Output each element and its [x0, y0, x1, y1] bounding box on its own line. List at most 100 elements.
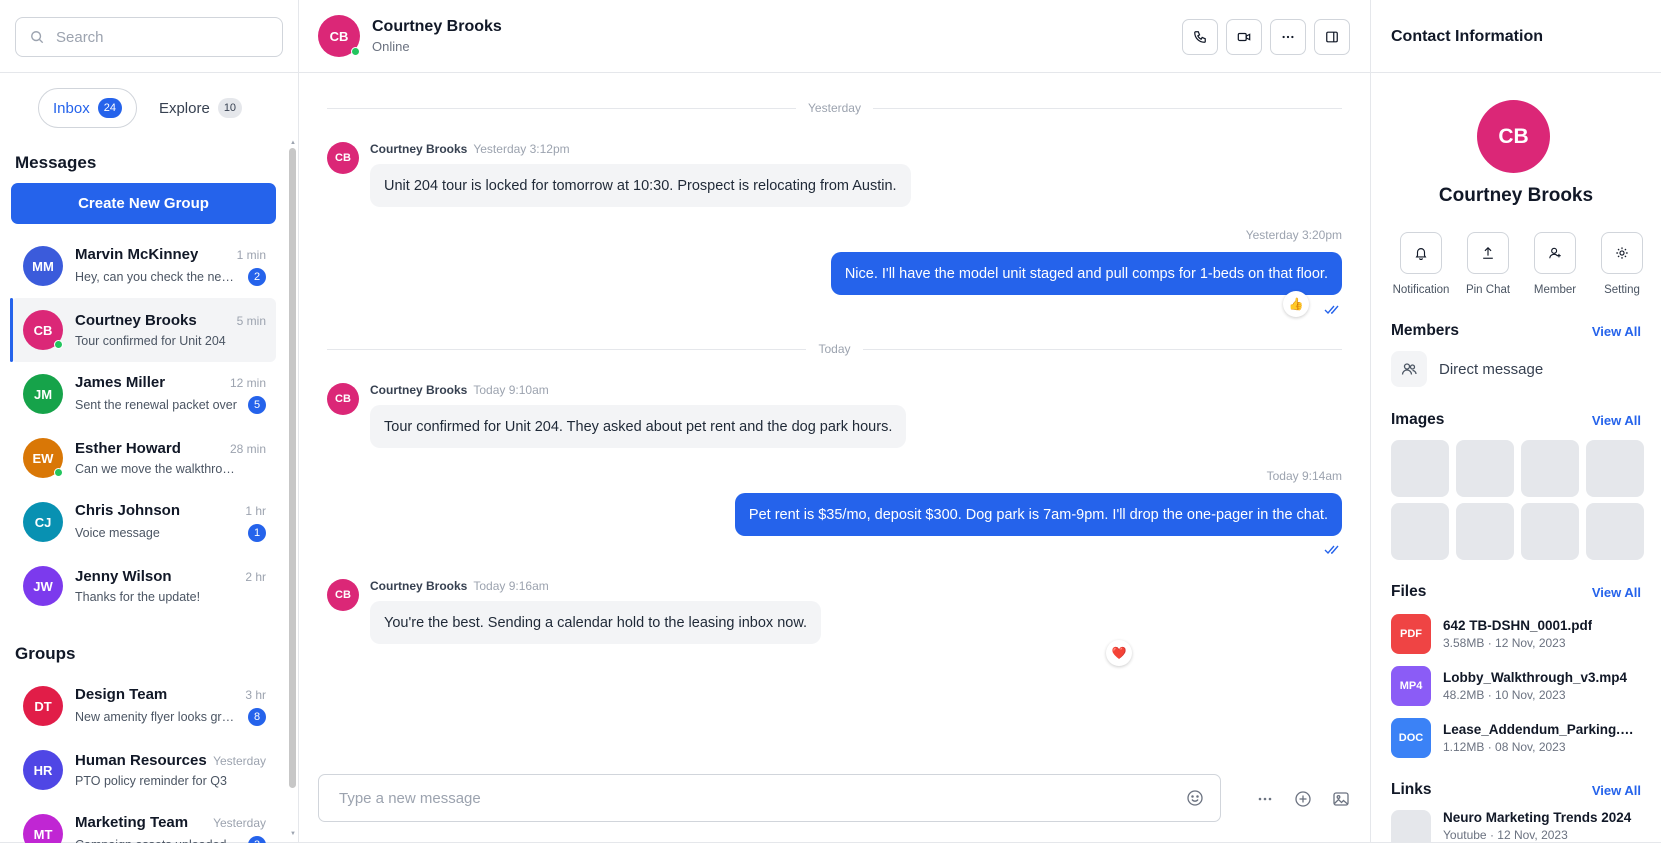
notification-button[interactable] — [1400, 232, 1442, 274]
conversation-item[interactable]: JM James Miller 12 min Sent the renewal pac… — [11, 362, 276, 426]
more-options-button[interactable] — [1270, 19, 1306, 55]
conversation-preview: Thanks for the update! — [75, 590, 201, 604]
create-new-group-button[interactable]: Create New Group — [11, 183, 276, 224]
groups-heading: Groups — [15, 644, 76, 663]
conversation-time: Yesterday — [213, 816, 266, 830]
tab-inbox-count: 24 — [97, 98, 122, 118]
conversation-item[interactable]: MT Marketing Team Yesterday Campaign assets… — [11, 802, 276, 843]
thumbs-up-reaction[interactable]: 👍 — [1283, 291, 1309, 317]
chat-panel: CB Courtney Brooks Online Yesterday CB C… — [299, 0, 1371, 843]
online-indicator — [351, 47, 360, 56]
setting-button[interactable] — [1601, 232, 1643, 274]
conversation-item[interactable]: JW Jenny Wilson 2 hr Thanks for the update! — [11, 554, 276, 618]
conversation-header: Marketing Team Yesterday — [75, 814, 266, 831]
search-input[interactable]: Search — [15, 17, 283, 57]
member-button[interactable] — [1534, 232, 1576, 274]
scroll-down-arrow-icon[interactable]: ▼ — [290, 831, 296, 837]
message-bubble-outgoing[interactable]: Nice. I'll have the model unit staged an… — [830, 252, 1342, 295]
conversation-name: Jenny Wilson — [75, 568, 172, 585]
file-item[interactable]: DOC Lease_Addendum_Parking.docx 1.12MB · … — [1391, 718, 1639, 758]
contacts-list: MM Marvin McKinney 1 min Hey, can you check… — [0, 234, 290, 618]
chat-contact-info: Courtney Brooks Online — [372, 18, 502, 54]
toggle-sidebar-button[interactable] — [1314, 19, 1350, 55]
conversation-name: Marketing Team — [75, 814, 189, 831]
avatar: JM — [23, 374, 63, 414]
members-view-all-link[interactable]: View All — [1592, 324, 1641, 339]
groups-list: DT Design Team 3 hr New amenity flyer looks… — [0, 674, 290, 843]
conversation-item[interactable]: HR Human Resources Yesterday PTO policy rem… — [11, 738, 276, 802]
notification-action[interactable]: Notification — [1393, 232, 1449, 296]
image-thumbnail[interactable] — [1586, 440, 1644, 497]
image-thumbnail[interactable] — [1391, 440, 1449, 497]
conversation-item[interactable]: DT Design Team 3 hr New amenity flyer looks… — [11, 674, 276, 738]
tab-inbox-label: Inbox — [53, 99, 90, 117]
image-thumbnail[interactable] — [1456, 440, 1514, 497]
message-avatar-initials: CB — [335, 589, 351, 601]
chat-header-actions — [1182, 19, 1350, 55]
conversation-time: 5 min — [236, 314, 266, 328]
message-sender: Courtney Brooks — [370, 383, 468, 397]
setting-action[interactable]: Setting — [1600, 232, 1644, 296]
conversation-time: Yesterday — [213, 754, 266, 768]
conversation-body: Esther Howard 28 min Can we move the walkt… — [75, 440, 276, 476]
conversation-item[interactable]: EW Esther Howard 28 min Can we move the wal… — [11, 426, 276, 490]
image-thumbnail[interactable] — [1391, 503, 1449, 560]
heart-reaction[interactable]: ❤️ — [1106, 640, 1132, 666]
conversation-preview: Tour confirmed for Unit 204 — [75, 334, 226, 348]
file-meta: 48.2MB · 10 Nov, 2023 — [1443, 688, 1566, 702]
scroll-up-arrow-icon[interactable]: ▲ — [290, 140, 296, 146]
links-view-all-link[interactable]: View All — [1592, 783, 1641, 798]
search-bar: Search — [0, 0, 298, 73]
add-attachment-icon[interactable] — [1294, 790, 1312, 808]
conversation-preview: Voice message — [75, 526, 160, 540]
message-bubble[interactable]: Unit 204 tour is locked for tomorrow at … — [370, 164, 911, 207]
conversation-header: Human Resources Yesterday — [75, 752, 266, 769]
file-name: 642 TB-DSHN_0001.pdf — [1443, 618, 1593, 633]
conversation-item[interactable]: MM Marvin McKinney 1 min Hey, can you check… — [11, 234, 276, 298]
member-action[interactable]: Member — [1533, 232, 1577, 296]
message-input[interactable]: Type a new message — [318, 774, 1221, 822]
conversation-name: Courtney Brooks — [75, 312, 197, 329]
conversation-item[interactable]: CJ Chris Johnson 1 hr Voice message 1 — [11, 490, 276, 554]
image-upload-icon[interactable] — [1332, 790, 1350, 808]
chat-contact-name: Courtney Brooks — [372, 18, 502, 35]
image-thumbnail[interactable] — [1521, 440, 1579, 497]
files-view-all-link[interactable]: View All — [1592, 585, 1641, 600]
conversation-header: James Miller 12 min — [75, 374, 266, 391]
voice-call-button[interactable] — [1182, 19, 1218, 55]
link-item[interactable]: Neuro Marketing Trends 2024 Youtube · 12 … — [1391, 810, 1631, 843]
image-thumbnail[interactable] — [1521, 503, 1579, 560]
message-avatar: CB — [327, 579, 359, 611]
message-bubble-outgoing[interactable]: Pet rent is $35/mo, deposit $300. Dog pa… — [734, 493, 1342, 536]
emoji-icon[interactable] — [1186, 789, 1204, 807]
pin-chat-action[interactable]: Pin Chat — [1466, 232, 1510, 296]
more-horizontal-icon[interactable] — [1256, 790, 1274, 808]
conversation-item[interactable]: CB Courtney Brooks 5 min Tour confirmed for… — [10, 298, 276, 362]
message-bubble[interactable]: You're the best. Sending a calendar hold… — [370, 601, 822, 644]
images-view-all-link[interactable]: View All — [1592, 413, 1641, 428]
video-call-button[interactable] — [1226, 19, 1262, 55]
setting-label: Setting — [1604, 284, 1640, 296]
pin-chat-button[interactable] — [1467, 232, 1509, 274]
more-horizontal-icon — [1282, 35, 1294, 39]
members-section-header: Members View All — [1391, 322, 1641, 340]
links-title: Links — [1391, 781, 1432, 798]
conversation-preview: New amenity flyer looks great — [75, 710, 237, 724]
image-thumbnail[interactable] — [1586, 503, 1644, 560]
chat-header: CB Courtney Brooks Online — [299, 0, 1370, 73]
tab-explore-count: 10 — [217, 98, 243, 118]
conversation-body: Marvin McKinney 1 min Hey, can you check t… — [75, 246, 276, 286]
file-item[interactable]: MP4 Lobby_Walkthrough_v3.mp4 48.2MB · 10 … — [1391, 666, 1627, 706]
image-thumbnail[interactable] — [1456, 503, 1514, 560]
files-section-header: Files View All — [1391, 583, 1641, 601]
message-bubble[interactable]: Tour confirmed for Unit 204. They asked … — [370, 405, 907, 448]
chat-avatar[interactable]: CB — [318, 15, 360, 57]
tab-explore[interactable]: Explore 10 — [145, 88, 256, 128]
avatar: CJ — [23, 502, 63, 542]
file-item[interactable]: PDF 642 TB-DSHN_0001.pdf 3.58MB · 12 Nov,… — [1391, 614, 1592, 654]
conversation-body: Design Team 3 hr New amenity flyer looks g… — [75, 686, 276, 726]
sidebar-scrollbar[interactable]: ▲ ▼ — [289, 140, 296, 843]
tab-inbox[interactable]: Inbox 24 — [38, 88, 137, 128]
member-item[interactable]: Direct message — [1391, 351, 1543, 387]
scrollbar-thumb[interactable] — [289, 148, 296, 788]
